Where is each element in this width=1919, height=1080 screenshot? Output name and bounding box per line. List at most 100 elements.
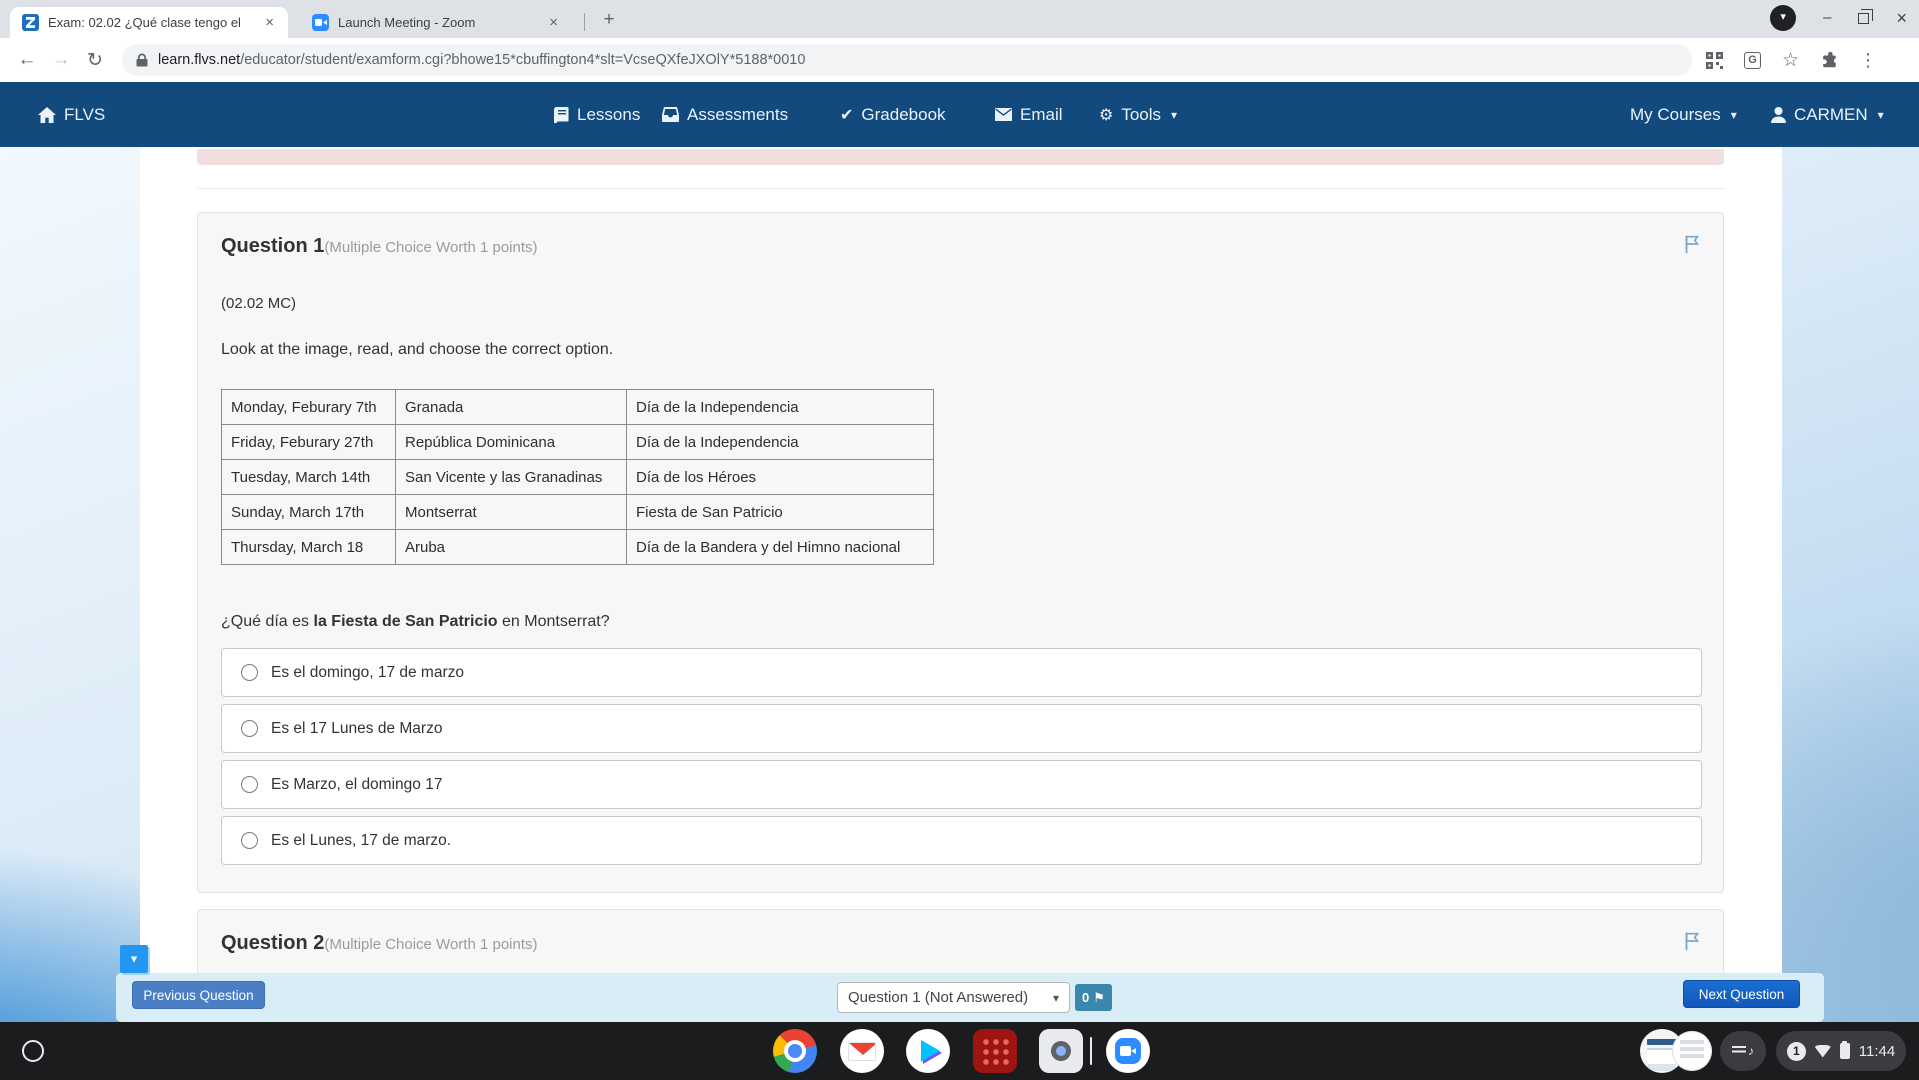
forward-button[interactable]: → (44, 49, 78, 71)
back-button[interactable]: ← (10, 49, 44, 71)
question-instruction: Look at the image, read, and choose the … (221, 341, 614, 358)
nav-tools[interactable]: ⚙ Tools ▾ (1099, 82, 1177, 147)
nav-user-carmen[interactable]: CARMEN ▾ (1771, 82, 1884, 147)
table-row: Thursday, March 18 Aruba Día de la Bande… (221, 529, 934, 565)
question-meta: (Multiple Choice Worth 1 points) (324, 239, 538, 256)
zoom-app-icon[interactable] (1106, 1029, 1150, 1073)
flag-count: 0 (1082, 990, 1090, 1005)
table-cell: Monday, Feburary 7th (221, 389, 396, 425)
table-cell: Granada (395, 389, 627, 425)
notification-preview-icon[interactable] (1672, 1031, 1712, 1071)
divider (197, 188, 1724, 189)
shelf-separator (1090, 1037, 1092, 1065)
extensions-puzzle-icon[interactable] (1820, 51, 1838, 69)
option-label: Es el Lunes, 17 de marzo. (271, 831, 452, 849)
table-cell: Día de la Independencia (626, 424, 934, 460)
radio-button[interactable] (241, 664, 258, 681)
next-question-button[interactable]: Next Question (1683, 980, 1800, 1008)
tab-search-icon[interactable]: ▾ (1770, 5, 1797, 31)
flag-question-icon[interactable] (1681, 930, 1703, 952)
nav-home-flvs[interactable]: FLVS (38, 82, 105, 147)
table-cell: San Vicente y las Granadinas (395, 459, 627, 495)
nav-label: Lessons (577, 104, 641, 124)
red-grid-app-icon[interactable] (973, 1029, 1017, 1073)
tab-close-icon[interactable]: × (545, 14, 562, 31)
option-label: Es el domingo, 17 de marzo (271, 663, 464, 681)
home-icon (38, 106, 56, 123)
radio-button[interactable] (241, 720, 258, 737)
status-tray[interactable]: 1 11:44 (1776, 1031, 1906, 1071)
collapse-panel-button[interactable]: ▾ (120, 945, 148, 973)
option-label: Es Marzo, el domingo 17 (271, 775, 443, 793)
play-triangle-icon (921, 1040, 940, 1062)
reload-button[interactable]: ↻ (78, 49, 112, 72)
nav-label: My Courses (1630, 104, 1721, 124)
chrome-app-icon[interactable] (773, 1029, 817, 1073)
nav-label: CARMEN (1794, 104, 1868, 124)
answer-option-4[interactable]: Es el Lunes, 17 de marzo. (221, 816, 1702, 865)
zoom-favicon-icon (312, 14, 329, 31)
bookmark-star-icon[interactable]: ☆ (1782, 49, 1799, 72)
table-cell: Montserrat (395, 494, 627, 530)
gmail-envelope-icon (848, 1042, 876, 1061)
qr-code-icon[interactable] (1706, 51, 1723, 69)
close-window-button[interactable]: × (1896, 5, 1907, 31)
table-cell: Día de la Bandera y del Himno nacional (626, 529, 934, 565)
nav-email[interactable]: Email (995, 82, 1063, 147)
option-label: Es el 17 Lunes de Marzo (271, 719, 443, 737)
question-selector[interactable]: Question 1 (Not Answered) ▾ (837, 982, 1070, 1013)
answer-option-3[interactable]: Es Marzo, el domingo 17 (221, 760, 1702, 809)
question-2-header: Question 2 (Multiple Choice Worth 1 poin… (221, 932, 538, 955)
nav-my-courses[interactable]: My Courses ▾ (1630, 82, 1737, 147)
url-path: /educator/student/examform.cgi?bhowe15*c… (240, 52, 806, 68)
tab-close-icon[interactable]: × (261, 14, 278, 31)
table-cell: Sunday, March 17th (221, 494, 396, 530)
previous-question-button[interactable]: Previous Question (132, 981, 265, 1009)
gmail-app-icon[interactable] (840, 1029, 884, 1073)
radio-button[interactable] (241, 832, 258, 849)
answer-option-1[interactable]: Es el domingo, 17 de marzo (221, 648, 1702, 697)
flag-question-icon[interactable] (1681, 233, 1703, 255)
browser-toolbar: ← → ↻ learn.flvs.net/educator/student/ex… (0, 38, 1919, 82)
tab-exam[interactable]: Exam: 02.02 ¿Qué clase tengo el × (10, 7, 288, 38)
nav-gradebook[interactable]: ✔ Gradebook (840, 82, 946, 147)
table-cell: Aruba (395, 529, 627, 565)
radio-button[interactable] (241, 776, 258, 793)
tab-zoom[interactable]: Launch Meeting - Zoom × (300, 7, 572, 38)
question-title: Question 2 (221, 932, 325, 954)
page-content: Question 1 (Multiple Choice Worth 1 poin… (140, 147, 1782, 1022)
nav-lessons[interactable]: Lessons (554, 82, 640, 147)
envelope-icon (995, 108, 1012, 121)
minimize-button[interactable]: – (1823, 5, 1831, 31)
new-tab-button[interactable]: + (595, 6, 623, 34)
wifi-icon (1814, 1044, 1831, 1058)
table-cell: Tuesday, March 14th (221, 459, 396, 495)
prompt-text: ¿Qué día es (221, 613, 314, 630)
video-camera-icon (1120, 1046, 1136, 1056)
address-bar[interactable]: learn.flvs.net/educator/student/examform… (122, 44, 1692, 76)
flag-icon: ⚑ (1093, 989, 1105, 1005)
tab-strip: Exam: 02.02 ¿Qué clase tengo el × Launch… (0, 0, 1919, 38)
chevron-down-icon: ▾ (1730, 107, 1737, 122)
question-1-card: Question 1 (Multiple Choice Worth 1 poin… (197, 212, 1724, 893)
music-note-icon: ♪ (1748, 1044, 1754, 1058)
flvs-favicon-icon (22, 14, 39, 31)
inbox-icon (662, 107, 679, 122)
media-controls-button[interactable]: ♪ (1720, 1031, 1766, 1071)
flvs-navbar: FLVS Lessons Assessments ✔ Gradebook Ema… (0, 82, 1919, 147)
nav-assessments[interactable]: Assessments (662, 82, 788, 147)
question-1-header: Question 1 (Multiple Choice Worth 1 poin… (221, 235, 538, 258)
translate-icon[interactable]: G (1744, 51, 1761, 69)
chevron-down-icon: ▾ (1877, 107, 1884, 122)
browser-menu-icon[interactable]: ⋮ (1859, 50, 1877, 71)
launcher-icon[interactable] (22, 1040, 44, 1062)
restore-button[interactable] (1858, 5, 1874, 31)
prompt-bold: la Fiesta de San Patricio (313, 613, 498, 630)
chevron-down-icon: ▾ (1052, 990, 1059, 1005)
play-store-app-icon[interactable] (906, 1029, 950, 1073)
camera-app-icon[interactable] (1039, 1029, 1083, 1073)
battery-icon (1839, 1040, 1850, 1059)
answer-option-2[interactable]: Es el 17 Lunes de Marzo (221, 704, 1702, 753)
table-row: Tuesday, March 14th San Vicente y las Gr… (221, 459, 934, 495)
flag-count-badge: 0 ⚑ (1075, 984, 1112, 1011)
